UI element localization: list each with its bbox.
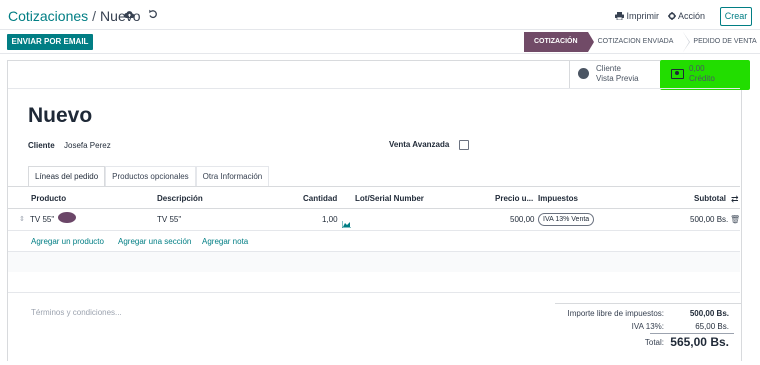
advanced-sale-checkbox[interactable] [459,140,469,150]
control-panel-divider [0,29,760,30]
send-email-button[interactable]: ENVIAR POR EMAIL [7,34,93,50]
stage-quotation-sent[interactable]: COTIZACION ENVIADA [588,32,691,52]
gear-icon [668,11,676,21]
column-header-price[interactable]: Precio u... [495,194,533,203]
breadcrumb-separator: / [92,8,97,24]
untaxed-amount-label: Importe libre de impuestos: [567,309,665,318]
empty-row [8,252,740,272]
table-header-divider [8,208,740,209]
column-header-product[interactable]: Producto [31,194,66,203]
action-button[interactable]: Acción [668,11,705,21]
tax-amount-label: IVA 13%: [631,322,664,331]
page-title: Nuevo [28,104,93,127]
redaction-mark [58,212,76,223]
add-section-link[interactable]: Agregar una sección [118,237,191,246]
preview-line1: Cliente [596,64,621,73]
row-price[interactable]: 500,00 [510,215,534,224]
status-bar: COTIZACIÓN COTIZACION ENVIADA PEDIDO DE VE… [524,32,760,52]
action-label: Acción [678,11,706,21]
untaxed-amount-value: 500,00 Bs. [689,309,729,318]
customer-label: Cliente [28,141,55,150]
total-separator [650,333,734,334]
preview-line2: Vista Previa [596,74,639,83]
globe-icon [578,68,589,79]
money-icon [671,69,684,79]
stage-sales-order[interactable]: PEDIDO DE VENTA [683,32,760,52]
credit-button[interactable]: 0,00 Crédito [660,60,750,90]
terms-input[interactable]: Términos y condiciones... [31,308,122,317]
sheet-divider [8,88,740,89]
print-label: Imprimir [626,11,660,21]
printer-icon [615,11,624,21]
breadcrumb-parent-link[interactable]: Cotizaciones [8,8,88,24]
totals-divider [555,303,741,304]
forecast-chart-icon[interactable] [341,215,351,229]
status-divider [0,53,760,54]
empty-row [8,272,740,292]
stage-label: COTIZACIÓN [534,38,578,45]
stage-label: COTIZACION ENVIADA [597,38,674,45]
tax-tag[interactable]: IVA 13% Venta [538,213,595,226]
optional-columns-icon[interactable]: ⇄ [731,194,739,205]
tabs-divider [8,186,740,187]
credit-label: Crédito [689,74,715,83]
add-product-link[interactable]: Agregar un producto [31,237,104,246]
stage-label: PEDIDO DE VENTA [693,38,757,45]
breadcrumb: Cotizaciones / Nuevo [8,8,141,24]
total-value: 565,00 Bs. [670,335,729,349]
stage-quotation[interactable]: COTIZACIÓN [524,32,594,52]
table-bottom-divider [8,292,740,293]
create-button[interactable]: Crear [720,7,752,26]
credit-value: 0,00 [689,64,705,73]
column-header-description[interactable]: Descripción [157,194,203,203]
column-header-taxes[interactable]: Impuestos [538,194,578,203]
add-note-link[interactable]: Agregar nota [202,237,248,246]
print-button[interactable]: Imprimir [615,11,659,21]
row-divider [8,230,740,231]
advanced-sale-label: Venta Avanzada [389,140,450,149]
row-subtotal: 500,00 Bs. [690,215,729,224]
undo-icon[interactable] [148,9,158,22]
tab-order-lines[interactable]: Líneas del pedido [28,166,106,187]
tax-amount-value: 65,00 Bs. [695,322,729,331]
column-header-subtotal[interactable]: Subtotal [694,194,726,203]
notebook-tabs: Líneas del pedido Productos opcionales Otr… [28,166,270,187]
tab-optional-products[interactable]: Productos opcionales [105,166,196,187]
trash-icon[interactable]: 🗑 [730,215,740,224]
tab-other-info[interactable]: Otra Información [195,166,270,187]
row-description[interactable]: TV 55" [157,215,181,224]
total-label: Total: [644,338,664,347]
row-quantity[interactable]: 1,00 [322,215,338,224]
column-header-lot[interactable]: Lot/Serial Number [355,194,424,203]
column-header-quantity[interactable]: Cantidad [303,194,337,203]
row-product[interactable]: TV 55" [30,215,54,224]
drag-handle-icon[interactable]: ⇕ [19,215,25,223]
cloud-upload-icon[interactable] [124,10,135,22]
customer-field[interactable]: Josefa Perez [64,141,111,150]
customer-preview-button[interactable]: Cliente Vista Previa [578,63,658,87]
